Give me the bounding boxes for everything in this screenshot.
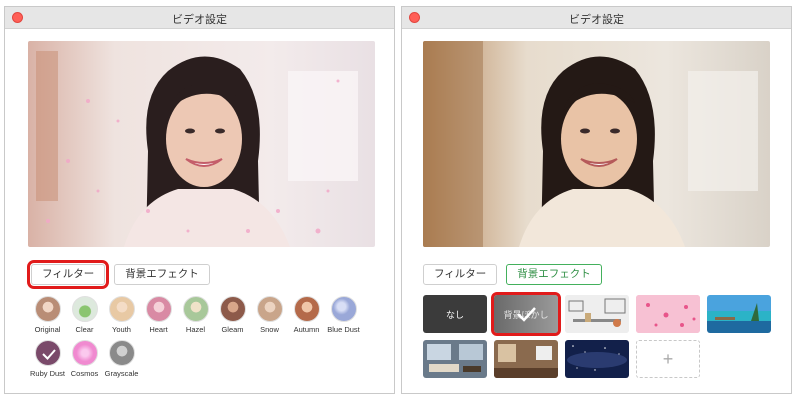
background-night-sky[interactable] xyxy=(565,340,629,378)
filter-label: Gleam xyxy=(221,325,244,334)
video-settings-window-filter: ビデオ設定 フィルター 背景エフェクト Original Clear Youth… xyxy=(4,6,395,394)
title-bar: ビデオ設定 xyxy=(402,7,791,29)
filter-thumbnail xyxy=(145,296,172,322)
video-preview-image xyxy=(28,41,375,247)
filter-label: Autumn xyxy=(293,325,320,334)
tab-filter[interactable]: フィルター xyxy=(423,264,498,285)
filter-label: Youth xyxy=(112,325,131,334)
filter-youth[interactable]: Youth xyxy=(103,296,140,334)
filter-gleam[interactable]: Gleam xyxy=(214,296,251,334)
settings-tabs: フィルター 背景エフェクト xyxy=(26,260,210,289)
filter-hazel[interactable]: Hazel xyxy=(177,296,214,334)
filter-thumbnail xyxy=(71,296,98,322)
living-room-image xyxy=(423,340,487,378)
background-list: なし 背景ぼかし + xyxy=(423,292,771,378)
filter-list: Original Clear Youth Heart Hazel Gleam S… xyxy=(29,296,369,378)
background-blur[interactable]: 背景ぼかし xyxy=(491,292,561,336)
filter-label: Blue Dust xyxy=(327,325,360,334)
title-bar: ビデオ設定 xyxy=(5,7,394,29)
filter-label: Ruby Dust xyxy=(29,369,65,378)
filter-blue-dust[interactable]: Blue Dust xyxy=(325,296,362,334)
office-sketch-image xyxy=(565,295,629,333)
filter-label: Snow xyxy=(260,325,279,334)
filter-grayscale[interactable]: Grayscale xyxy=(103,340,140,378)
filter-thumbnail xyxy=(219,296,246,322)
filter-ruby-dust[interactable]: Ruby Dust xyxy=(29,340,66,378)
tab-background-effect[interactable]: 背景エフェクト xyxy=(506,264,602,285)
filter-label: Hazel xyxy=(185,325,206,334)
background-none[interactable]: なし xyxy=(423,295,487,333)
video-settings-window-background: ビデオ設定 フィルター 背景エフェクト なし 背景ぼかし + xyxy=(401,6,792,394)
filter-cosmos[interactable]: Cosmos xyxy=(66,340,103,378)
cafe-image xyxy=(494,340,558,378)
settings-tabs: フィルター 背景エフェクト xyxy=(423,264,602,285)
background-beach[interactable] xyxy=(707,295,771,333)
background-pink-hearts[interactable] xyxy=(636,295,700,333)
filter-original[interactable]: Original xyxy=(29,296,66,334)
filter-label: Heart xyxy=(149,325,168,334)
filter-label: Clear xyxy=(75,325,94,334)
filter-thumbnail xyxy=(34,296,61,322)
filter-thumbnail xyxy=(108,340,135,366)
add-background-button[interactable]: + xyxy=(636,340,700,378)
filter-thumbnail xyxy=(256,296,283,322)
background-cafe[interactable] xyxy=(494,340,558,378)
pink-hearts-image xyxy=(636,295,700,333)
tab-filter[interactable]: フィルター xyxy=(26,260,110,289)
background-living-room[interactable] xyxy=(423,340,487,378)
video-preview xyxy=(423,41,770,247)
filter-thumbnail xyxy=(330,296,357,322)
filter-label: Grayscale xyxy=(104,369,139,378)
window-title: ビデオ設定 xyxy=(172,14,227,26)
background-label: なし xyxy=(445,309,464,320)
video-preview-image xyxy=(423,41,770,247)
background-office-sketch[interactable] xyxy=(565,295,629,333)
plus-icon: + xyxy=(662,348,674,369)
filter-thumbnail xyxy=(108,296,135,322)
filter-thumbnail xyxy=(293,296,320,322)
filter-heart[interactable]: Heart xyxy=(140,296,177,334)
window-title: ビデオ設定 xyxy=(569,14,624,26)
filter-autumn[interactable]: Autumn xyxy=(288,296,325,334)
filter-snow[interactable]: Snow xyxy=(251,296,288,334)
filter-thumbnail xyxy=(182,296,209,322)
check-icon xyxy=(41,349,56,360)
night-sky-image xyxy=(565,340,629,378)
filter-thumbnail xyxy=(34,340,61,366)
filter-clear[interactable]: Clear xyxy=(66,296,103,334)
filter-label: Original xyxy=(34,325,61,334)
filter-label: Cosmos xyxy=(70,369,99,378)
check-icon xyxy=(517,307,536,322)
filter-thumbnail xyxy=(71,340,98,366)
beach-image xyxy=(707,295,771,333)
video-preview xyxy=(28,41,375,247)
tab-background-effect[interactable]: 背景エフェクト xyxy=(114,264,210,285)
